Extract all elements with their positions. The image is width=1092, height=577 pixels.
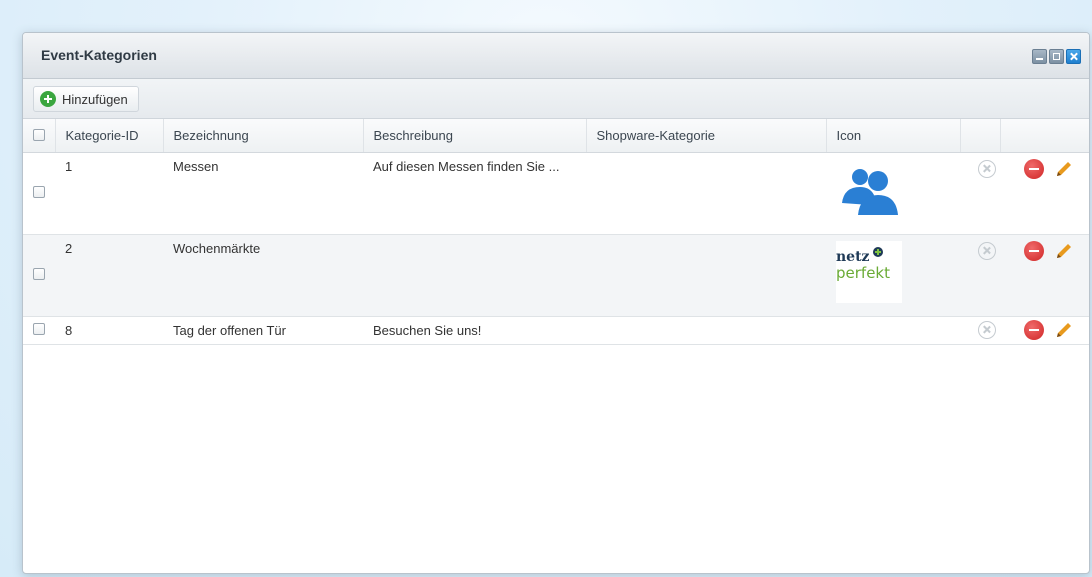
cell-id: 1 xyxy=(55,152,163,235)
window-title: Event-Kategorien xyxy=(41,47,157,63)
cancel-circle-icon[interactable] xyxy=(978,241,996,260)
close-icon[interactable] xyxy=(1066,49,1081,64)
grid-header-row: Kategorie-ID Bezeichnung Beschreibung Sh… xyxy=(23,119,1089,153)
table-row[interactable]: 2 Wochenmärkte netz perfekt xyxy=(23,234,1089,317)
pencil-icon[interactable] xyxy=(1054,159,1074,179)
col-header-icon[interactable]: Icon xyxy=(826,119,961,153)
cell-icon xyxy=(826,316,960,345)
cell-name: Wochenmärkte xyxy=(163,234,363,317)
col-header-action-1 xyxy=(960,119,1001,153)
grid-toolbar: Hinzufügen xyxy=(23,79,1089,119)
row-checkbox[interactable] xyxy=(33,185,45,198)
row-select-cell xyxy=(23,234,55,317)
select-all-checkbox[interactable] xyxy=(32,128,45,141)
logo-text-perfekt: perfekt xyxy=(836,263,890,282)
delete-icon[interactable] xyxy=(1024,319,1044,340)
cell-actions xyxy=(960,316,1089,345)
maximize-icon[interactable] xyxy=(1049,49,1064,64)
cancel-circle-icon[interactable] xyxy=(978,159,996,178)
col-header-name[interactable]: Bezeichnung xyxy=(163,119,364,153)
users-group-icon xyxy=(842,168,898,215)
row-actions xyxy=(970,158,1081,179)
cell-shopware-category xyxy=(586,152,826,235)
delete-icon[interactable] xyxy=(1024,158,1044,179)
delete-icon[interactable] xyxy=(1024,240,1044,261)
table-row[interactable]: 8 Tag der offenen Tür Besuchen Sie uns! xyxy=(23,316,1089,345)
event-categories-window: Event-Kategorien Hinzufügen Kategorie-ID… xyxy=(22,32,1090,574)
cell-shopware-category xyxy=(586,234,826,317)
cell-description: Auf diesen Messen finden Sie ... xyxy=(363,152,586,235)
cell-id: 2 xyxy=(55,234,163,317)
window-titlebar[interactable]: Event-Kategorien xyxy=(23,33,1089,79)
col-header-id[interactable]: Kategorie-ID xyxy=(55,119,164,153)
category-grid: Kategorie-ID Bezeichnung Beschreibung Sh… xyxy=(23,119,1089,345)
col-header-description[interactable]: Beschreibung xyxy=(363,119,587,153)
cell-description xyxy=(363,234,586,317)
cell-name: Tag der offenen Tür xyxy=(163,316,363,345)
cell-shopware-category xyxy=(586,316,826,345)
add-button[interactable]: Hinzufügen xyxy=(33,86,139,112)
add-button-label: Hinzufügen xyxy=(62,91,128,107)
cell-actions xyxy=(960,152,1089,235)
minimize-icon[interactable] xyxy=(1032,49,1047,64)
pencil-icon[interactable] xyxy=(1054,241,1074,261)
row-checkbox[interactable] xyxy=(33,322,45,335)
cell-name: Messen xyxy=(163,152,363,235)
logo-text-netz: netz xyxy=(836,248,870,265)
cell-actions xyxy=(960,234,1089,317)
row-actions xyxy=(970,319,1081,340)
select-all-cell xyxy=(23,119,56,153)
cell-icon: netz perfekt xyxy=(826,234,960,317)
table-row[interactable]: 1 Messen Auf diesen Messen finden Sie ..… xyxy=(23,152,1089,235)
cell-description: Besuchen Sie uns! xyxy=(363,316,586,345)
window-controls xyxy=(1032,49,1081,64)
col-header-action-2 xyxy=(1000,119,1089,153)
cancel-circle-icon[interactable] xyxy=(978,320,996,339)
cell-id: 8 xyxy=(55,316,163,345)
cell-icon xyxy=(826,152,960,235)
plus-circle-icon xyxy=(40,91,56,107)
netzperfekt-logo: netz perfekt xyxy=(836,240,902,303)
pencil-icon[interactable] xyxy=(1054,320,1074,340)
col-header-shopware-category[interactable]: Shopware-Kategorie xyxy=(586,119,827,153)
row-checkbox[interactable] xyxy=(33,267,45,280)
logo-plus-icon xyxy=(872,246,883,257)
row-select-cell xyxy=(23,152,55,235)
row-select-cell xyxy=(23,316,55,345)
row-actions xyxy=(970,240,1081,261)
